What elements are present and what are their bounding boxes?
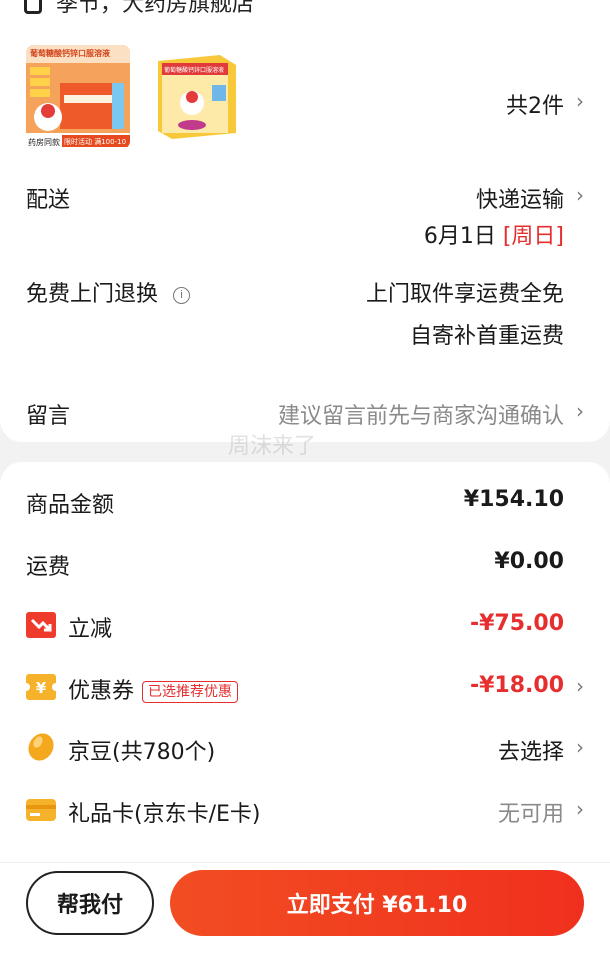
chevron-right-icon[interactable]: › bbox=[576, 89, 584, 113]
coupon-row[interactable]: 优惠券 已选推荐优惠 bbox=[68, 673, 239, 705]
chevron-right-icon[interactable]: › bbox=[576, 183, 584, 207]
returns-line1: 上门取件享运费全免 bbox=[365, 282, 564, 307]
coupon-icon: ¥ bbox=[26, 674, 56, 700]
giftcard-label: 礼品卡(京东卡/E卡) bbox=[68, 802, 261, 827]
returns-line2: 自寄补首重运费 bbox=[409, 324, 564, 349]
delivery-method[interactable]: 快递运输 bbox=[476, 182, 564, 214]
delivery-date: 6月1日 bbox=[423, 224, 496, 249]
delivery-weekday: [周日] bbox=[502, 224, 564, 249]
product1-tag: 药房同款 bbox=[28, 138, 60, 147]
discount-label: 立减 bbox=[68, 617, 113, 642]
shipping-label: 运费 bbox=[26, 555, 71, 580]
goods-amount-label: 商品金额 bbox=[26, 493, 115, 518]
jd-bean-icon bbox=[28, 733, 54, 761]
shipping-value: ¥0.00 bbox=[494, 549, 564, 574]
pay-now-button[interactable]: 立即支付 ¥61.10 bbox=[170, 870, 584, 936]
returns-label-text: 免费上门退换 bbox=[26, 282, 159, 307]
returns-label: 免费上门退换 i bbox=[26, 276, 191, 308]
store-name: 季节，大药房旗舰店 bbox=[56, 0, 255, 17]
coupon-label: 优惠券 bbox=[68, 679, 135, 704]
chevron-right-icon[interactable]: › bbox=[576, 735, 584, 759]
store-header[interactable]: 季节，大药房旗舰店 bbox=[24, 0, 254, 18]
discount-arrow-icon bbox=[26, 612, 56, 638]
product-image-2[interactable]: 葡萄糖酸钙锌口服溶液 bbox=[148, 45, 252, 149]
chevron-right-icon[interactable]: › bbox=[576, 797, 584, 821]
product2-banner: 葡萄糖酸钙锌口服溶液 bbox=[164, 67, 225, 74]
chevron-right-icon[interactable]: › bbox=[576, 399, 584, 423]
store-icon bbox=[24, 0, 42, 14]
goods-amount-value: ¥154.10 bbox=[463, 487, 564, 512]
beans-label: 京豆(共780个) bbox=[68, 740, 216, 765]
product1-promo: 限时活动 满100-10 bbox=[64, 138, 127, 146]
watermark: 周沫来了 bbox=[228, 434, 317, 459]
message-input[interactable]: 建议留言前先与商家沟通确认 bbox=[278, 398, 564, 430]
help-pay-button[interactable]: 帮我付 bbox=[26, 871, 154, 935]
delivery-date-row[interactable]: 6月1日 [周日] bbox=[424, 218, 564, 250]
product-image-1[interactable]: 葡萄糖酸钙锌口服溶液 限时活动 满100-10 药房同款 bbox=[26, 45, 130, 149]
delivery-label: 配送 bbox=[26, 188, 71, 213]
svg-text:¥: ¥ bbox=[36, 679, 47, 697]
message-label: 留言 bbox=[26, 404, 71, 429]
product1-banner: 葡萄糖酸钙锌口服溶液 bbox=[30, 49, 110, 58]
gift-card-icon bbox=[26, 799, 56, 821]
item-count[interactable]: 共2件 bbox=[506, 88, 564, 120]
product-box-illustration-2 bbox=[148, 45, 252, 149]
chevron-right-icon[interactable]: › bbox=[576, 674, 584, 698]
discount-value: -¥75.00 bbox=[469, 611, 564, 636]
giftcard-value: 无可用 bbox=[497, 802, 564, 827]
info-icon[interactable]: i bbox=[173, 286, 191, 304]
coupon-badge: 已选推荐优惠 bbox=[142, 681, 239, 703]
beans-value[interactable]: 去选择 bbox=[498, 734, 564, 766]
product-box-illustration bbox=[26, 45, 130, 149]
coupon-value[interactable]: -¥18.00 bbox=[470, 673, 564, 698]
